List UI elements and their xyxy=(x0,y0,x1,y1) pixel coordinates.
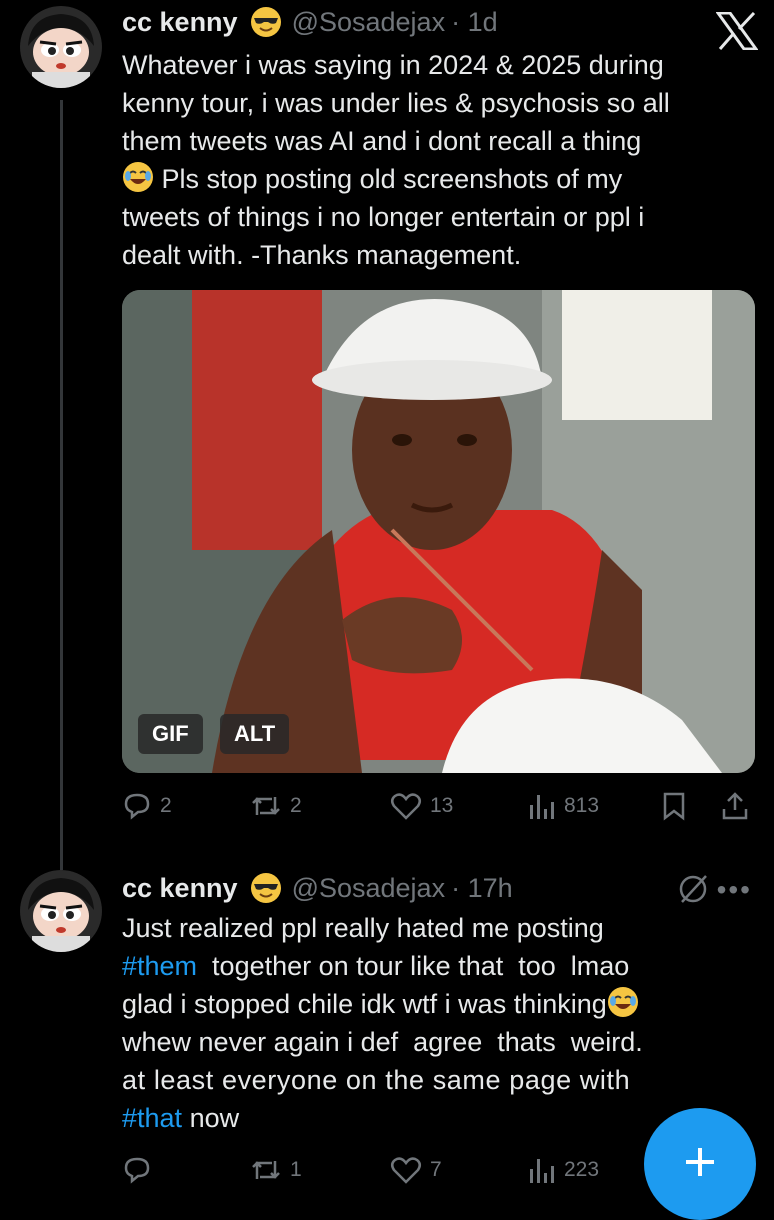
views-button[interactable]: 223 xyxy=(526,1150,599,1190)
heart-icon xyxy=(390,1155,422,1185)
repost-count: 2 xyxy=(290,794,302,817)
display-name[interactable]: cc kenny xyxy=(122,7,238,38)
timestamp[interactable]: · 1d xyxy=(451,7,498,38)
heart-icon xyxy=(390,791,422,821)
avatar[interactable] xyxy=(20,870,102,952)
sunglasses-emoji-icon xyxy=(250,872,282,904)
user-handle[interactable]: @Sosadejax xyxy=(292,7,446,38)
repost-count: 1 xyxy=(290,1158,302,1181)
hashtag-link[interactable]: #them xyxy=(122,951,197,981)
tweet-line: dealt with. -Thanks management. xyxy=(122,240,522,270)
like-count: 7 xyxy=(430,1158,442,1181)
x-logo-icon xyxy=(715,11,759,51)
reply-button[interactable]: 2 xyxy=(122,786,172,826)
tweet-line: at least everyone on the same page with xyxy=(122,1065,631,1095)
laughing-emoji-icon xyxy=(122,161,154,193)
gif-badge: GIF xyxy=(138,714,203,754)
tweet-text: Whatever i was saying in 2024 & 2025 dur… xyxy=(122,46,742,274)
tweet-actions: 2 2 13 813 xyxy=(122,786,762,826)
tweet-line-with-emoji: Pls stop posting old screenshots of my xyxy=(122,160,742,198)
reply-icon xyxy=(122,1155,152,1185)
bookmark-icon xyxy=(660,791,688,821)
analytics-icon xyxy=(526,1155,556,1185)
hashtag-link[interactable]: #that xyxy=(122,1103,182,1133)
views-button[interactable]: 813 xyxy=(526,786,599,826)
user-handle[interactable]: @Sosadejax xyxy=(292,873,446,904)
gif-media[interactable] xyxy=(122,290,755,773)
alt-badge[interactable]: ALT xyxy=(220,714,290,754)
analytics-icon xyxy=(526,791,556,821)
reply-icon xyxy=(122,791,152,821)
reply-button[interactable] xyxy=(122,1150,160,1190)
view-count: 223 xyxy=(564,1158,600,1181)
share-icon xyxy=(720,791,750,821)
repost-button[interactable]: 2 xyxy=(250,786,302,826)
bookmark-button[interactable] xyxy=(660,786,688,826)
repost-icon xyxy=(250,791,282,821)
tweet-header: cc kenny @Sosadejax · 17h xyxy=(122,868,513,908)
tweet-line: Whatever i was saying in 2024 & 2025 dur… xyxy=(122,50,664,80)
sunglasses-emoji-icon xyxy=(250,6,282,38)
timestamp[interactable]: · 17h xyxy=(451,873,513,904)
tweet-header: cc kenny @Sosadejax · 1d xyxy=(122,2,498,42)
avatar[interactable] xyxy=(20,6,102,88)
view-count: 813 xyxy=(564,794,600,817)
tweet-line: tweets of things i no longer entertain o… xyxy=(122,202,645,232)
tweet-line-with-emoji: glad i stopped chile idk wtf i was think… xyxy=(122,985,742,1023)
compose-button[interactable] xyxy=(644,1108,756,1220)
reply-count: 2 xyxy=(160,794,172,817)
tweet-line: #that now xyxy=(122,1103,240,1133)
more-icon[interactable]: ••• xyxy=(717,874,752,906)
share-button[interactable] xyxy=(720,786,750,826)
display-name[interactable]: cc kenny xyxy=(122,873,238,904)
tweet-line: them tweets was AI and i dont recall a t… xyxy=(122,126,642,156)
thread-line xyxy=(60,100,63,870)
slash-circle-icon[interactable] xyxy=(676,872,710,911)
like-button[interactable]: 13 xyxy=(390,786,453,826)
tweet-line: Just realized ppl really hated me postin… xyxy=(122,913,604,943)
laughing-emoji-icon xyxy=(607,986,639,1018)
repost-button[interactable]: 1 xyxy=(250,1150,302,1190)
tweet-line: whew never again i def agree thats weird… xyxy=(122,1027,643,1057)
tweet-line: #them together on tour like that too lma… xyxy=(122,951,630,981)
repost-icon xyxy=(250,1155,282,1185)
tweet-line: kenny tour, i was under lies & psychosis… xyxy=(122,88,670,118)
like-count: 13 xyxy=(430,794,454,817)
plus-icon xyxy=(680,1142,720,1187)
like-button[interactable]: 7 xyxy=(390,1150,442,1190)
tweet-text: Just realized ppl really hated me postin… xyxy=(122,909,742,1137)
